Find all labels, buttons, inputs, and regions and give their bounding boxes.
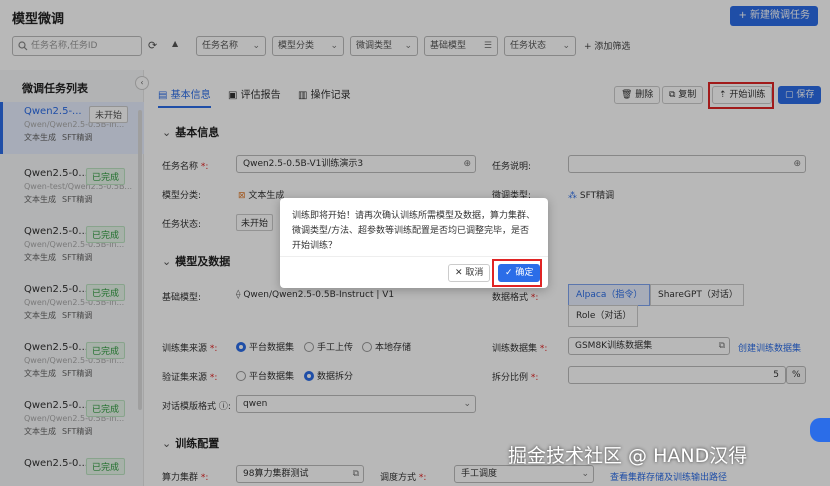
dialog-divider: [280, 256, 548, 257]
feedback-widget[interactable]: [810, 418, 830, 442]
cancel-label: 取消: [465, 268, 484, 278]
highlight-box-confirm: [492, 259, 542, 287]
dialog-message: 训练即将开始！请再次确认训练所需模型及数据，算力集群、微调类型/方法、超参数等训…: [292, 211, 536, 251]
watermark: 掘金技术社区 @ HAND汉得: [508, 445, 748, 467]
cancel-button[interactable]: ✕ 取消: [448, 264, 491, 282]
close-icon: ✕: [455, 268, 466, 278]
